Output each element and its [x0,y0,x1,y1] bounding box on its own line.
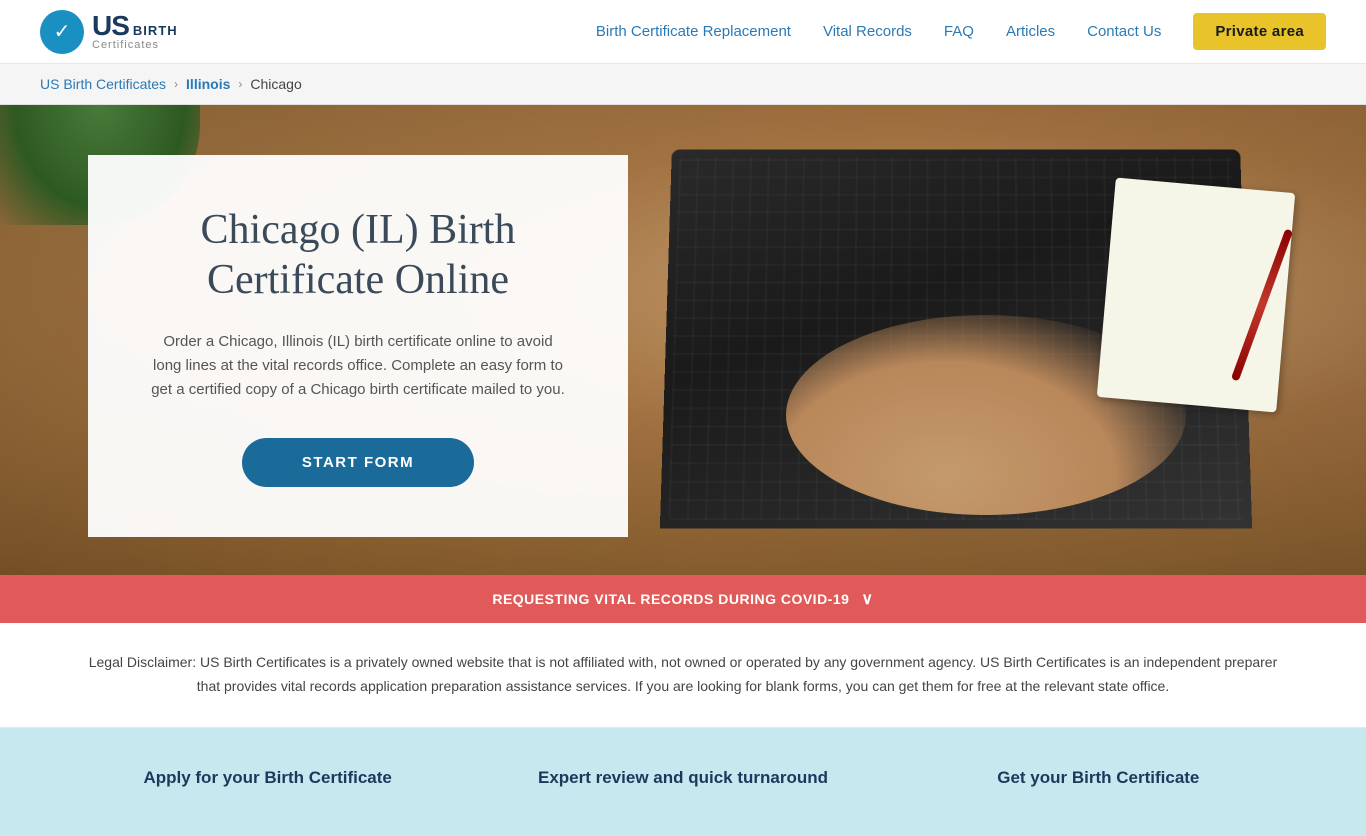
logo[interactable]: ✓ US BIRTH Certificates [40,10,178,54]
logo-icon: ✓ [40,10,84,54]
feature-review: Expert review and quick turnaround [475,768,890,796]
logo-text-group: US BIRTH Certificates [92,12,178,51]
covid-text: REQUESTING VITAL RECORDS DURING COVID-19 [492,591,849,607]
legal-disclaimer: Legal Disclaimer: US Birth Certificates … [0,623,1366,728]
feature-apply-title: Apply for your Birth Certificate [60,768,475,788]
features-section: Apply for your Birth Certificate Expert … [0,728,1366,836]
nav-articles[interactable]: Articles [1006,23,1055,40]
logo-birth: BIRTH [133,24,178,37]
chevron-down-icon: ∨ [861,589,873,609]
start-form-button[interactable]: START FORM [242,438,474,487]
nav-birth-cert[interactable]: Birth Certificate Replacement [596,23,791,40]
logo-us: US [92,12,129,40]
nav-faq[interactable]: FAQ [944,23,974,40]
nav-contact[interactable]: Contact Us [1087,23,1161,40]
site-header: ✓ US BIRTH Certificates Birth Certificat… [0,0,1366,64]
hero-description: Order a Chicago, Illinois (IL) birth cer… [148,330,568,402]
feature-get: Get your Birth Certificate [891,768,1306,796]
disclaimer-text: Legal Disclaimer: US Birth Certificates … [80,651,1286,699]
breadcrumb: US Birth Certificates › Illinois › Chica… [0,64,1366,105]
hero-section: Chicago (IL) Birth Certificate Online Or… [0,105,1366,575]
main-nav: Birth Certificate Replacement Vital Reco… [596,13,1326,50]
breadcrumb-state[interactable]: Illinois [186,76,230,92]
covid-banner[interactable]: REQUESTING VITAL RECORDS DURING COVID-19… [0,575,1366,623]
feature-apply: Apply for your Birth Certificate [60,768,475,796]
feature-review-title: Expert review and quick turnaround [475,768,890,788]
hero-card: Chicago (IL) Birth Certificate Online Or… [88,155,628,537]
feature-get-title: Get your Birth Certificate [891,768,1306,788]
checkmark-icon: ✓ [54,19,71,44]
breadcrumb-sep-1: › [174,77,178,91]
logo-certificates: Certificates [92,40,178,51]
nav-vital-records[interactable]: Vital Records [823,23,912,40]
breadcrumb-home[interactable]: US Birth Certificates [40,76,166,92]
breadcrumb-sep-2: › [238,77,242,91]
private-area-button[interactable]: Private area [1193,13,1326,50]
breadcrumb-city: Chicago [250,76,301,92]
hero-title: Chicago (IL) Birth Certificate Online [148,205,568,306]
